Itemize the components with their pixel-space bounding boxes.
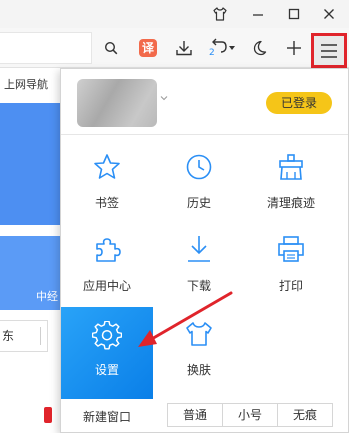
menu-item-label: 书签 [94,196,119,210]
menu-item-downloads[interactable]: 下载 [153,224,245,316]
new-tab-icon [287,41,301,55]
printer-icon [278,236,304,262]
menu-item-clear-traces[interactable]: 清理痕迹 [245,143,337,235]
new-window-small-button[interactable]: 小号 [222,403,278,427]
menu-item-label: 换肤 [186,363,211,377]
undo-close-button[interactable]: 2 [204,34,238,62]
menu-item-print[interactable]: 打印 [245,224,337,316]
night-mode-button[interactable] [248,34,270,62]
menu-item-bookmarks[interactable]: 书签 [61,143,153,235]
menu-item-label: 应用中心 [82,279,131,293]
address-bar[interactable] [0,32,92,64]
menu-item-skin[interactable]: 换肤 [153,307,245,399]
close-icon [324,9,334,19]
section-label: 中经 [36,290,58,303]
menu-item-history[interactable]: 历史 [153,143,245,235]
new-window-row: 新建窗口 普通 小号 无痕 [61,399,348,433]
chevron-down-icon [228,46,235,50]
menu-item-label: 设置 [94,363,119,377]
main-menu-panel: 已登录 书签 历史 清理痕迹 应用中心 下载 打印 设置 换肤 新建窗口 普通 … [60,68,349,433]
new-window-normal-button[interactable]: 普通 [167,403,223,427]
divider [61,134,348,135]
divider [40,327,41,345]
login-status-badge[interactable]: 已登录 [266,92,332,114]
toolbar: 译 2 [0,28,349,68]
puzzle-icon [96,238,121,262]
menu-item-label: 历史 [186,196,211,210]
page-banner [0,103,60,225]
chevron-down-icon [160,96,168,101]
minimize-button[interactable] [238,0,278,28]
download-icon [176,41,192,56]
maximize-button[interactable] [274,0,314,28]
maximize-icon [288,8,300,20]
menu-item-label: 下载 [186,279,211,293]
menu-icon [321,43,337,58]
avatar[interactable] [77,79,157,127]
shirt-icon [213,7,227,21]
page-icon [44,407,52,423]
minimize-icon [253,14,263,16]
translate-button[interactable]: 译 [135,34,161,62]
undo-count: 2 [209,48,215,58]
new-window-private-button[interactable]: 无痕 [277,403,333,427]
menu-item-settings[interactable]: 设置 [61,307,153,399]
gear-icon [92,321,122,350]
shirt-icon [186,322,212,346]
menu-item-label: 打印 [278,279,303,293]
close-button[interactable] [309,0,349,28]
new-window-label: 新建窗口 [83,410,132,424]
browser-window: 译 2 上网导航 中经 东 已登录 书签 历史 清理痕迹 应用中心 下载 打印 … [0,0,349,433]
new-tab-button[interactable] [283,34,305,62]
clock-icon [186,154,212,180]
main-menu-button[interactable] [311,33,347,68]
menu-item-app-center[interactable]: 应用中心 [61,224,153,316]
search-icon [104,41,118,55]
nav-link[interactable]: 上网导航 [0,70,60,100]
translate-icon: 译 [139,39,157,57]
search-button[interactable] [101,34,121,62]
broom-icon [279,154,303,180]
star-icon [94,154,120,179]
download-icon [188,236,210,262]
menu-item-label: 清理痕迹 [266,196,315,210]
title-bar [0,0,349,28]
download-button[interactable] [171,34,197,62]
night-mode-icon [253,40,267,56]
skin-button[interactable] [200,0,240,28]
